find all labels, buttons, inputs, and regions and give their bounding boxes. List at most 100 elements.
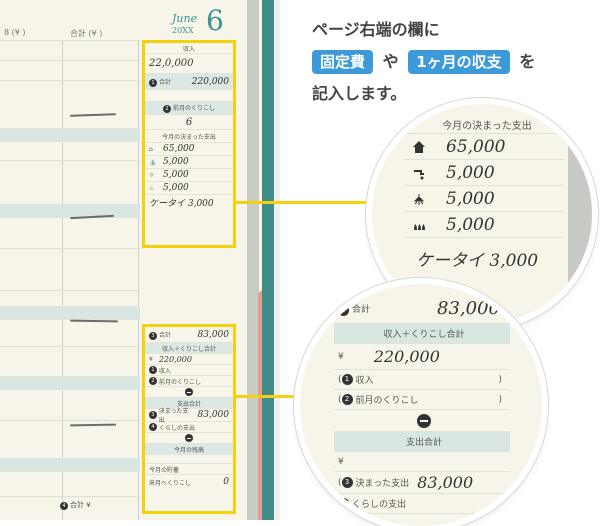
faucet-icon: ⛲ (149, 158, 157, 166)
fixed-value: 65,000 (446, 136, 506, 157)
pill-fixed-cost: 固定費 (312, 50, 374, 74)
living-label: くらしの支出 (159, 424, 196, 432)
badge-3: 3 (341, 477, 353, 488)
total-value: 220,000 (191, 76, 229, 87)
badge-2: 2 (149, 377, 157, 385)
row-line (0, 160, 140, 161)
list-item: 5,000 (404, 186, 564, 212)
row-tint (0, 306, 140, 320)
row-tint (0, 128, 140, 142)
badge-1: 1 (149, 78, 157, 87)
row-tint (0, 458, 140, 472)
fixed-value: 5,000 (446, 214, 495, 235)
badge-3: 3 (338, 304, 349, 316)
pill-monthly-balance: 1ヶ月の収支 (408, 50, 510, 74)
living-label: くらしの支出 (352, 500, 407, 510)
badge-4: 4 (149, 423, 157, 431)
total-label: 合計 (159, 78, 172, 86)
zoom-expense-row: 支出合計 (334, 432, 510, 452)
carry-value: 6 (185, 116, 193, 128)
fixed-value: 5,000 (163, 183, 189, 193)
handwritten-mark (69, 319, 119, 323)
list-item: 5,000 (404, 160, 564, 186)
heading-line-1: ページ右端の欄に (312, 20, 440, 39)
handwritten-mark (69, 113, 117, 117)
flame-icon (414, 224, 425, 230)
badge-2: 2 (162, 105, 171, 113)
carry-next-value: 0 (223, 477, 229, 487)
balance-block: 3 合計 83,000 収入＋くりこし合計 ¥ 220,000 1 収入 2 前月… (142, 324, 236, 514)
zoom-fixed-row: (3 決まった支出 83,000 (334, 472, 510, 494)
row-line (0, 346, 140, 347)
fixed-value: 65,000 (163, 144, 195, 154)
carry-next-label: 来月へくりこし (149, 479, 192, 487)
row-line (0, 420, 140, 421)
month-number: 6 (206, 4, 224, 37)
notebook-cover (262, 0, 274, 520)
heading-mid: や (382, 52, 399, 71)
minus-icon (185, 434, 193, 442)
header-cell: 8 (¥ ) (4, 28, 26, 37)
handwritten-mark (69, 423, 117, 427)
yen-symbol: ¥ (338, 351, 344, 362)
fixed-expense-title: 今月の決まった支出 (162, 133, 216, 141)
connector-line (236, 395, 308, 398)
income-label: 収入 (159, 367, 172, 375)
fixed-label: 決まった支出 (355, 479, 410, 489)
lamp-icon: ☼ (149, 171, 155, 179)
house-icon (413, 141, 425, 153)
badge-1: 1 (149, 366, 157, 374)
cover-edge (274, 0, 280, 520)
zoom-title: 今月の決まった支出 (404, 116, 564, 134)
phone-value: ケータイ 3,000 (149, 198, 214, 209)
fixed-value: 5,000 (446, 188, 495, 209)
income-label: 収入 (355, 376, 374, 386)
total-value: 83,000 (437, 298, 500, 319)
zoom-income-row: (1 収入) (334, 370, 510, 390)
phone-value: ケータイ 3,000 (416, 250, 539, 271)
yen-symbol: ¥ (149, 355, 153, 363)
fixed-value: 5,000 (163, 170, 189, 180)
footer-total: 4 合計 ¥ (60, 500, 91, 510)
heading-after: を (519, 52, 536, 71)
sum-label: 収入＋くりこし合計 (161, 345, 216, 353)
total-label: 合計 (352, 304, 371, 315)
total-value: 83,000 (197, 329, 230, 340)
footer-total-label: 合計 ¥ (70, 501, 91, 509)
page-edge (568, 104, 592, 324)
column-divider (62, 40, 63, 520)
sum-value: 220,000 (373, 347, 440, 366)
fixed-value: 5,000 (446, 162, 495, 183)
badge-4: 4 (60, 502, 68, 510)
carry-label: 前月のくりこし (355, 396, 419, 406)
zoom-sum-value-row: ¥ 220,000 (334, 344, 510, 370)
list-item: ケータイ 3,000 (404, 238, 564, 278)
fixed-value: 83,000 (417, 473, 474, 492)
fixed-value: 83,000 (197, 410, 230, 420)
flame-icon: ♨ (149, 184, 155, 192)
badge-4: 4 (338, 498, 349, 509)
badge-1: 1 (341, 374, 353, 385)
fixed-value: 5,000 (163, 157, 189, 167)
month-english: June (172, 12, 198, 25)
lamp-icon (413, 194, 425, 205)
row-tint (0, 204, 140, 218)
column-divider (138, 40, 139, 520)
fixed-label: 決まった支出 (158, 408, 189, 424)
badge-3: 3 (149, 411, 157, 419)
faucet-icon (414, 170, 424, 180)
badge-2: 2 (341, 394, 353, 405)
heading-line-2: 固定費 や 1ヶ月の収支 を (312, 46, 592, 78)
zoom-carry-row: (2 前月のくりこし) (334, 390, 510, 410)
zoom-sum-row: 収入＋くりこし合計 (334, 324, 510, 344)
list-item: 65,000 (404, 134, 564, 160)
balance-label: 今月の残高 (173, 446, 204, 454)
income-title: 収入 (182, 45, 195, 53)
total-label: 合計 (159, 331, 172, 339)
badge-3: 3 (149, 331, 157, 340)
zoom-total-row: 3 合計 83,000 (334, 294, 510, 324)
sum-value: 220,000 (158, 354, 192, 364)
carry-label: 前月のくりこし (159, 378, 202, 386)
header-cell: 合計 (¥ ) (70, 29, 103, 38)
zoom-balance: 3 合計 83,000 収入＋くりこし合計 ¥ 220,000 (1 収入) (2 前… (300, 284, 542, 526)
